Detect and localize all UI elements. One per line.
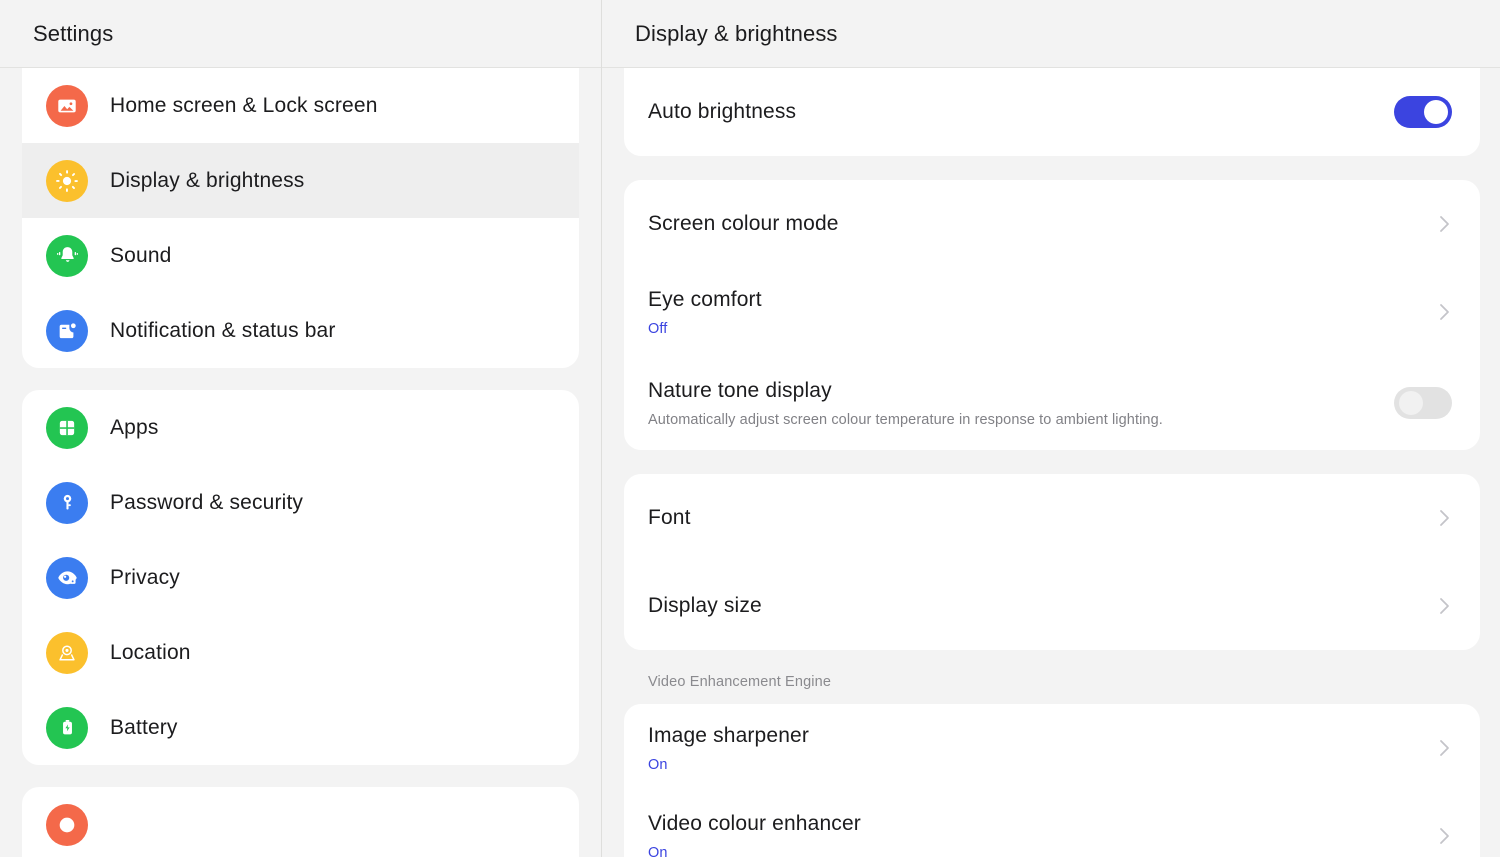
sun-icon xyxy=(46,160,88,202)
setting-row-content: Image sharpener On xyxy=(648,723,1422,772)
section-label-video-enhancement: Video Enhancement Engine xyxy=(602,674,1500,704)
toggle-nature-tone-display[interactable] xyxy=(1394,387,1452,419)
sidebar-item-label: Battery xyxy=(110,716,178,740)
sidebar-group-0: Home screen & Lock screen Display & brigh… xyxy=(22,68,579,368)
sidebar-item-label: Location xyxy=(110,641,191,665)
setting-row-video-colour-enhancer[interactable]: Video colour enhancer On xyxy=(624,792,1480,857)
page-title: Display & brightness xyxy=(635,21,838,47)
battery-icon xyxy=(46,707,88,749)
sidebar-item-display-brightness[interactable]: Display & brightness xyxy=(22,143,579,218)
setting-row-auto-brightness[interactable]: Auto brightness xyxy=(624,68,1480,156)
bell-icon xyxy=(46,235,88,277)
chevron-right-icon xyxy=(1438,594,1452,618)
setting-row-content: Auto brightness xyxy=(648,99,1378,125)
setting-title: Image sharpener xyxy=(648,723,1422,749)
setting-row-content: Video colour enhancer On xyxy=(648,811,1422,857)
partial-icon xyxy=(46,804,88,846)
sidebar-item-home-screen-lock-screen[interactable]: Home screen & Lock screen xyxy=(22,68,579,143)
settings-card-0: Auto brightness xyxy=(624,68,1480,156)
grid-icon xyxy=(46,407,88,449)
setting-title: Font xyxy=(648,505,1422,531)
detail-pane: Display & brightness Auto brightness Scre… xyxy=(602,0,1500,857)
chevron-right-icon xyxy=(1438,300,1452,324)
video-enhancement-card: Image sharpener On Video colour enhancer On xyxy=(624,704,1480,857)
setting-title: Video colour enhancer xyxy=(648,811,1422,837)
sidebar-title: Settings xyxy=(33,21,113,47)
sidebar-item-label: Home screen & Lock screen xyxy=(110,94,378,118)
sidebar-item-password-security[interactable]: Password & security xyxy=(22,465,579,540)
chevron-right-icon xyxy=(1438,824,1452,848)
sidebar-item-label: Display & brightness xyxy=(110,169,304,193)
setting-row-font[interactable]: Font xyxy=(624,474,1480,562)
sidebar-item-label: Notification & status bar xyxy=(110,319,336,343)
settings-sidebar: Settings Home screen & Lock screen Displa… xyxy=(0,0,602,857)
sidebar-item-apps[interactable]: Apps xyxy=(22,390,579,465)
detail-scroll-area[interactable]: Auto brightness Screen colour mode Eye com… xyxy=(602,68,1500,857)
sidebar-item-label: Privacy xyxy=(110,566,180,590)
sidebar-header: Settings xyxy=(0,0,601,68)
sidebar-item-privacy[interactable]: Privacy xyxy=(22,540,579,615)
settings-card-2: Font Display size xyxy=(624,474,1480,650)
setting-title: Auto brightness xyxy=(648,99,1378,125)
sidebar-item-notification-status-bar[interactable]: Notification & status bar xyxy=(22,293,579,368)
setting-row-content: Font xyxy=(648,505,1422,531)
settings-app-window: Settings Home screen & Lock screen Displa… xyxy=(0,0,1500,857)
toggle-knob xyxy=(1424,100,1448,124)
setting-row-content: Eye comfort Off xyxy=(648,287,1422,336)
setting-description: Automatically adjust screen colour tempe… xyxy=(648,412,1378,428)
chevron-right-icon xyxy=(1438,736,1452,760)
setting-row-screen-colour-mode[interactable]: Screen colour mode xyxy=(624,180,1480,268)
setting-row-content: Display size xyxy=(648,593,1422,619)
setting-row-display-size[interactable]: Display size xyxy=(624,562,1480,650)
sidebar-group-2 xyxy=(22,787,579,857)
setting-value: On xyxy=(648,845,1422,857)
sidebar-item-label: Apps xyxy=(110,416,158,440)
sidebar-item-label: Password & security xyxy=(110,491,303,515)
setting-title: Nature tone display xyxy=(648,378,1378,404)
chevron-right-icon xyxy=(1438,506,1452,530)
settings-card-1: Screen colour mode Eye comfort Off Nature t… xyxy=(624,180,1480,450)
setting-title: Screen colour mode xyxy=(648,211,1422,237)
toggle-knob xyxy=(1399,391,1423,415)
key-icon xyxy=(46,482,88,524)
toggle-auto-brightness[interactable] xyxy=(1394,96,1452,128)
setting-row-content: Nature tone display Automatically adjust … xyxy=(648,378,1378,428)
setting-title: Eye comfort xyxy=(648,287,1422,313)
setting-row-nature-tone-display[interactable]: Nature tone display Automatically adjust … xyxy=(624,356,1480,450)
setting-row-image-sharpener[interactable]: Image sharpener On xyxy=(624,704,1480,792)
sidebar-item-sound[interactable]: Sound xyxy=(22,218,579,293)
chevron-right-icon xyxy=(1438,212,1452,236)
setting-title: Display size xyxy=(648,593,1422,619)
sidebar-item-item[interactable] xyxy=(22,787,579,857)
setting-row-eye-comfort[interactable]: Eye comfort Off xyxy=(624,268,1480,356)
setting-value: On xyxy=(648,757,1422,773)
sidebar-item-location[interactable]: Location xyxy=(22,615,579,690)
eye-lock-icon xyxy=(46,557,88,599)
detail-header: Display & brightness xyxy=(602,0,1500,68)
notification-card-icon xyxy=(46,310,88,352)
sidebar-item-label: Sound xyxy=(110,244,171,268)
sidebar-item-battery[interactable]: Battery xyxy=(22,690,579,765)
location-pin-icon xyxy=(46,632,88,674)
photo-icon xyxy=(46,85,88,127)
sidebar-scroll-area[interactable]: Home screen & Lock screen Display & brigh… xyxy=(0,68,601,857)
setting-row-content: Screen colour mode xyxy=(648,211,1422,237)
sidebar-group-1: Apps Password & security Privacy Location Ba… xyxy=(22,390,579,765)
setting-value: Off xyxy=(648,321,1422,337)
